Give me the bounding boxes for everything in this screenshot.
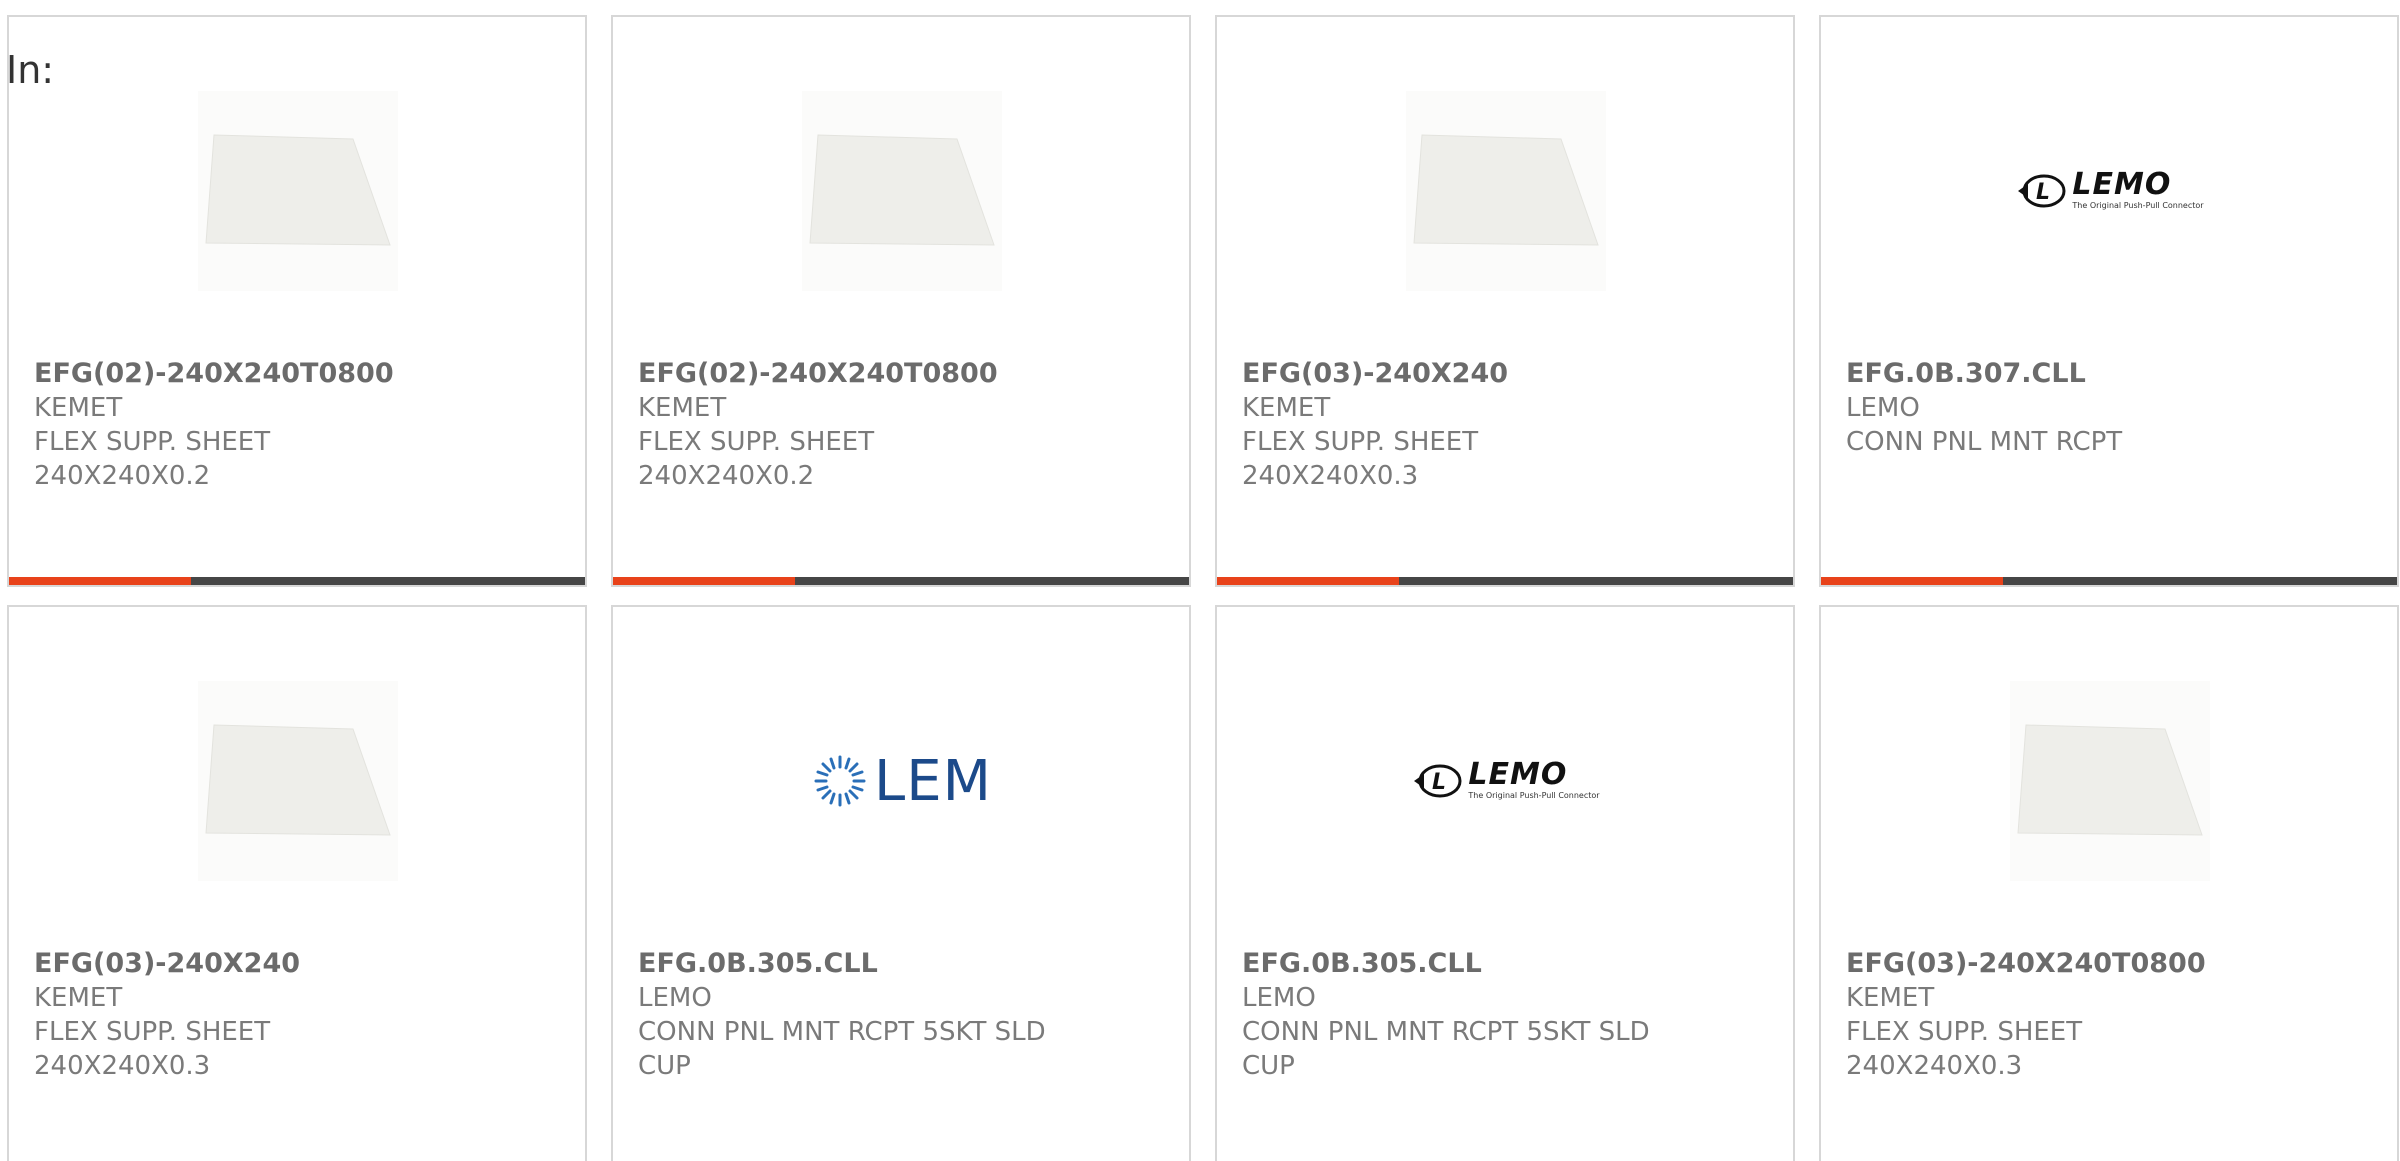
card-bottom-bar <box>613 577 1189 585</box>
product-card[interactable]: L LEMO The Original Push-Pull Connector … <box>1215 605 1795 1161</box>
description: FLEX SUPP. SHEET 240X240X0.3 <box>1242 427 1479 491</box>
product-image <box>2005 676 2215 886</box>
lem-logo: LEM <box>812 749 992 814</box>
product-image <box>193 676 403 886</box>
product-info: EFG.0B.305.CLL LEMO CONN PNL MNT RCPT 5S… <box>1242 947 1773 1083</box>
card-bottom-bar <box>1217 577 1793 585</box>
product-card[interactable]: LEM EFG.0B.305.CLL LEMO CONN PNL MNT RCP… <box>611 605 1191 1161</box>
manufacturer: KEMET <box>1846 983 1935 1013</box>
product-card[interactable]: L LEMO The Original Push-Pull Connector … <box>1819 15 2399 587</box>
product-card[interactable]: EFG(02)-240X240T0800 KEMET FLEX SUPP. SH… <box>611 15 1191 587</box>
product-info: EFG(02)-240X240T0800 KEMET FLEX SUPP. SH… <box>638 357 1169 493</box>
part-number[interactable]: EFG(02)-240X240T0800 <box>638 357 1169 391</box>
card-accent-bar <box>613 577 795 585</box>
lemo-logo-text: LEMO <box>2072 167 2172 202</box>
svg-text:L: L <box>1432 770 1446 795</box>
manufacturer: KEMET <box>1242 393 1331 423</box>
manufacturer: LEMO <box>1846 393 1920 423</box>
sheet-image <box>198 681 398 881</box>
manufacturer: KEMET <box>34 983 123 1013</box>
sheet-image <box>1406 91 1606 291</box>
product-card[interactable]: EFG(03)-240X240 KEMET FLEX SUPP. SHEET 2… <box>1215 15 1795 587</box>
card-bottom-bar <box>1821 577 2397 585</box>
product-info: EFG(03)-240X240 KEMET FLEX SUPP. SHEET 2… <box>1242 357 1773 493</box>
card-accent-bar <box>1217 577 1399 585</box>
product-info: EFG(03)-240X240T0800 KEMET FLEX SUPP. SH… <box>1846 947 2377 1083</box>
product-image <box>193 86 403 296</box>
product-card[interactable]: EFG(03)-240X240 KEMET FLEX SUPP. SHEET 2… <box>7 605 587 1161</box>
part-number[interactable]: EFG.0B.305.CLL <box>638 947 1169 981</box>
sheet-image <box>2010 681 2210 881</box>
manufacturer: KEMET <box>34 393 123 423</box>
part-number[interactable]: EFG(03)-240X240T0800 <box>1846 947 2377 981</box>
lemo-logo-icon: L <box>1414 764 1462 798</box>
product-image <box>1401 86 1611 296</box>
product-image <box>797 86 1007 296</box>
part-number[interactable]: EFG(03)-240X240 <box>1242 357 1773 391</box>
product-grid: EFG(02)-240X240T0800 KEMET FLEX SUPP. SH… <box>7 15 2399 1161</box>
card-bottom-bar <box>9 577 585 585</box>
description: FLEX SUPP. SHEET 240X240X0.3 <box>1846 1017 2083 1081</box>
part-number[interactable]: EFG(03)-240X240 <box>34 947 565 981</box>
part-number[interactable]: EFG.0B.307.CLL <box>1846 357 2377 391</box>
lemo-logo: L LEMO The Original Push-Pull Connector <box>1412 757 1600 801</box>
svg-text:L: L <box>2036 180 2050 205</box>
lem-burst-icon <box>814 755 866 807</box>
manufacturer: LEMO <box>1242 983 1316 1013</box>
sheet-image <box>198 91 398 291</box>
product-card[interactable]: EFG(02)-240X240T0800 KEMET FLEX SUPP. SH… <box>7 15 587 587</box>
sheet-image <box>802 91 1002 291</box>
product-image: L LEMO The Original Push-Pull Connector <box>2005 86 2215 296</box>
lemo-logo-tagline: The Original Push-Pull Connector <box>2072 201 2204 210</box>
description: CONN PNL MNT RCPT <box>1846 427 2123 457</box>
lemo-logo-text: LEMO <box>1468 757 1568 792</box>
product-info: EFG(02)-240X240T0800 KEMET FLEX SUPP. SH… <box>34 357 565 493</box>
product-card[interactable]: EFG(03)-240X240T0800 KEMET FLEX SUPP. SH… <box>1819 605 2399 1161</box>
part-number[interactable]: EFG(02)-240X240T0800 <box>34 357 565 391</box>
filter-label: In: <box>6 48 55 92</box>
manufacturer: KEMET <box>638 393 727 423</box>
product-image: LEM <box>797 676 1007 886</box>
description: FLEX SUPP. SHEET 240X240X0.3 <box>34 1017 271 1081</box>
product-info: EFG.0B.307.CLL LEMO CONN PNL MNT RCPT <box>1846 357 2377 459</box>
lemo-logo: L LEMO The Original Push-Pull Connector <box>2016 167 2204 211</box>
card-accent-bar <box>9 577 191 585</box>
lemo-logo-icon: L <box>2018 174 2066 208</box>
card-accent-bar <box>1821 577 2003 585</box>
description: CONN PNL MNT RCPT 5SKT SLD CUP <box>638 1017 1046 1081</box>
manufacturer: LEMO <box>638 983 712 1013</box>
lem-logo-text: LEM <box>874 748 992 814</box>
product-image: L LEMO The Original Push-Pull Connector <box>1401 676 1611 886</box>
lemo-logo-tagline: The Original Push-Pull Connector <box>1468 791 1600 800</box>
part-number[interactable]: EFG.0B.305.CLL <box>1242 947 1773 981</box>
description: FLEX SUPP. SHEET 240X240X0.2 <box>34 427 271 491</box>
page: In: EFG(02)-240X240T0800 KEMET FLEX SUPP… <box>0 0 2400 1161</box>
product-info: EFG(03)-240X240 KEMET FLEX SUPP. SHEET 2… <box>34 947 565 1083</box>
product-info: EFG.0B.305.CLL LEMO CONN PNL MNT RCPT 5S… <box>638 947 1169 1083</box>
description: CONN PNL MNT RCPT 5SKT SLD CUP <box>1242 1017 1650 1081</box>
description: FLEX SUPP. SHEET 240X240X0.2 <box>638 427 875 491</box>
